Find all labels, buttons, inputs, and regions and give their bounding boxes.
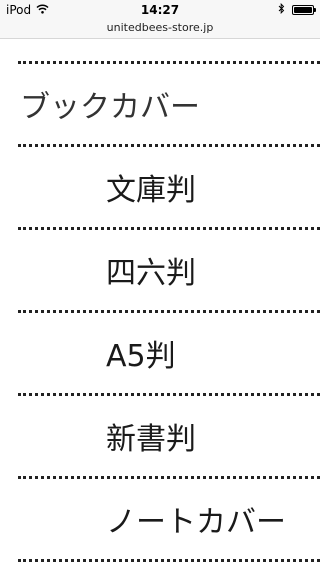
battery-level [294,7,312,13]
menu-item-a5[interactable]: A5判 [0,313,320,393]
menu-item-shiroku[interactable]: 四六判 [0,230,320,310]
bluetooth-icon [278,2,285,17]
menu-item-label: A5判 [106,339,176,374]
menu-item-label: 文庫判 [106,173,196,208]
menu-item-label: 四六判 [106,256,196,291]
status-time: 14:27 [140,3,180,17]
menu-item-label: 新書判 [106,422,196,457]
menu-heading-label: ブックカバー [20,90,200,125]
battery-icon [292,5,316,15]
address-bar[interactable]: unitedbees-store.jp [0,20,320,39]
status-bar-right [278,2,316,17]
menu-item-note-cover[interactable]: ノートカバー [0,479,320,559]
url-text: unitedbees-store.jp [106,21,214,34]
menu-item-bunko[interactable]: 文庫判 [0,147,320,227]
menu-item-shinsho[interactable]: 新書判 [0,396,320,476]
divider [18,559,320,562]
status-bar: iPod 14:27 [0,0,320,20]
menu-item-label: ノートカバー [106,505,286,540]
category-menu: ブックカバー 文庫判 四六判 A5判 新書判 ノートカバー [0,39,320,562]
menu-heading-book-cover[interactable]: ブックカバー [0,64,320,144]
